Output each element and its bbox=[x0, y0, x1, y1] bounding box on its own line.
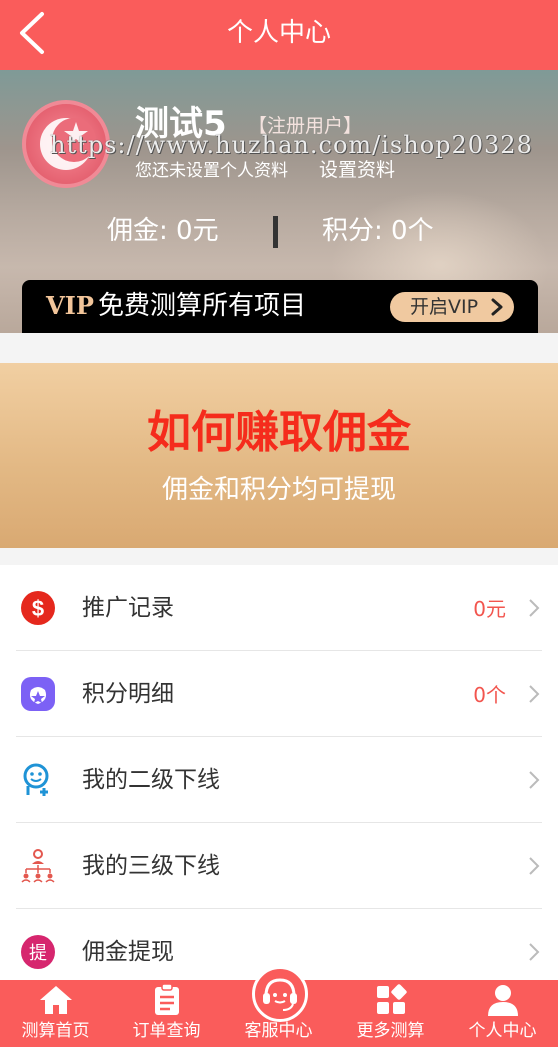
nav-profile[interactable]: 个人中心 bbox=[447, 980, 558, 1047]
menu-item-level2-downline[interactable]: 我的二级下线 bbox=[0, 737, 558, 823]
dollar-icon: $ bbox=[21, 591, 55, 625]
menu-item-value: 0个 bbox=[473, 683, 506, 707]
menu-item-label: 推广记录 bbox=[82, 595, 174, 621]
earn-subtitle: 佣金和积分均可提现 bbox=[161, 475, 396, 505]
nav-customer-service[interactable]: 客服中心 bbox=[223, 966, 334, 1047]
chevron-right-icon bbox=[529, 857, 540, 875]
menu-list: $ 推广记录 0元 积分明细 0个 我的二级下线 我的三级下线 提 佣金提现 bbox=[0, 565, 558, 985]
open-vip-label: 开启VIP bbox=[410, 296, 479, 318]
menu-item-label: 我的二级下线 bbox=[82, 767, 220, 793]
nav-label: 测算首页 bbox=[21, 1021, 90, 1041]
headset-icon bbox=[263, 978, 297, 1011]
page-title: 个人中心 bbox=[226, 18, 331, 48]
home-icon bbox=[40, 986, 72, 1014]
open-vip-button[interactable]: 开启VIP bbox=[390, 292, 514, 322]
nav-home[interactable]: 测算首页 bbox=[0, 980, 111, 1047]
earn-commission-banner[interactable]: 如何赚取佣金 佣金和积分均可提现 bbox=[0, 363, 558, 548]
vip-logo: VIP bbox=[46, 291, 94, 320]
grid-icon bbox=[377, 984, 407, 1014]
nav-label: 客服中心 bbox=[244, 1021, 313, 1041]
nav-more[interactable]: 更多测算 bbox=[335, 980, 446, 1047]
stat-divider bbox=[273, 216, 278, 248]
top-bar: 个人中心 bbox=[0, 0, 558, 70]
vip-banner[interactable]: VIP 免费测算所有项目 开启VIP bbox=[22, 280, 538, 333]
nav-label: 更多测算 bbox=[356, 1021, 425, 1041]
menu-item-value: 0元 bbox=[473, 597, 506, 621]
nav-orders[interactable]: 订单查询 bbox=[111, 980, 222, 1047]
menu-item-points-details[interactable]: 积分明细 0个 bbox=[0, 651, 558, 737]
earn-title: 如何赚取佣金 bbox=[147, 407, 411, 458]
profile-hero: 测试5 【注册用户】 https://www.huzhan.com/ishop2… bbox=[0, 70, 558, 333]
points-bag-icon bbox=[21, 677, 55, 711]
menu-item-label: 积分明细 bbox=[82, 681, 174, 707]
nav-label: 个人中心 bbox=[468, 1021, 537, 1041]
add-user-icon bbox=[23, 763, 49, 796]
menu-item-label: 我的三级下线 bbox=[82, 853, 220, 879]
vip-promo-text: 免费测算所有项目 bbox=[98, 291, 307, 321]
chevron-right-icon bbox=[529, 685, 540, 703]
watermark-text: https://www.huzhan.com/ishop20328 bbox=[50, 131, 533, 159]
withdraw-icon-glyph: 提 bbox=[29, 943, 47, 964]
headset-ring bbox=[252, 966, 308, 1022]
chevron-right-icon bbox=[529, 599, 540, 617]
menu-item-level3-downline[interactable]: 我的三级下线 bbox=[0, 823, 558, 909]
set-profile-link[interactable]: 设置资料 bbox=[319, 158, 395, 182]
commission-stat: 佣金: 0元 bbox=[107, 216, 219, 246]
user-icon bbox=[488, 985, 518, 1016]
nav-label: 订单查询 bbox=[132, 1021, 201, 1041]
withdraw-icon: 提 bbox=[21, 935, 55, 969]
chevron-right-icon bbox=[491, 298, 503, 316]
menu-item-label: 佣金提现 bbox=[82, 939, 174, 965]
profile-not-set-text: 您还未设置个人资料 bbox=[135, 161, 288, 181]
chevron-right-icon bbox=[529, 771, 540, 789]
bottom-nav: 测算首页 订单查询 客服中心 更多测算 个人中心 bbox=[0, 966, 558, 1047]
order-icon bbox=[155, 983, 179, 1015]
menu-item-promotion-records[interactable]: $ 推广记录 0元 bbox=[0, 565, 558, 651]
chevron-right-icon bbox=[529, 943, 540, 961]
points-stat: 积分: 0个 bbox=[322, 216, 434, 246]
hierarchy-icon bbox=[21, 849, 55, 883]
svg-text:$: $ bbox=[32, 596, 44, 621]
